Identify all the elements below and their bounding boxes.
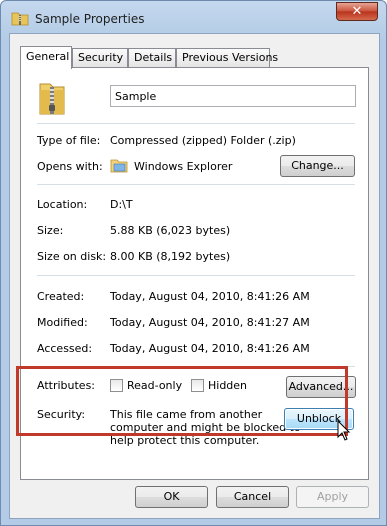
- dialog-client-area: General Security Details Previous Versio…: [9, 33, 380, 519]
- tab-details[interactable]: Details: [128, 48, 176, 68]
- accessed-label: Accessed:: [37, 342, 93, 355]
- title-bar[interactable]: Sample Properties ✕: [1, 1, 386, 35]
- general-tab-panel: Type of file: Compressed (zipped) Folder…: [20, 67, 369, 480]
- zip-folder-large-icon: [39, 83, 65, 115]
- hidden-checkbox[interactable]: [191, 379, 204, 392]
- security-message-line: computer and might be blocked to: [110, 421, 301, 434]
- read-only-label[interactable]: Read-only: [127, 379, 182, 392]
- ok-button[interactable]: OK: [135, 486, 208, 508]
- windows-explorer-icon: [110, 159, 128, 173]
- separator: [37, 184, 355, 185]
- tab-security[interactable]: Security: [72, 48, 128, 68]
- security-label: Security:: [37, 408, 86, 421]
- opens-with-value: Windows Explorer: [134, 160, 233, 173]
- separator: [37, 123, 355, 124]
- cancel-button[interactable]: Cancel: [216, 486, 289, 508]
- advanced-button[interactable]: Advanced...: [286, 376, 356, 398]
- created-value: Today, August 04, 2010, 8:41:26 AM: [110, 290, 310, 303]
- change-button[interactable]: Change...: [280, 155, 355, 177]
- size-value: 5.88 KB (6,023 bytes): [110, 224, 231, 237]
- close-icon: ✕: [351, 4, 363, 19]
- read-only-checkbox[interactable]: [110, 379, 123, 392]
- location-value: D:\T: [110, 198, 133, 211]
- modified-value: Today, August 04, 2010, 8:41:27 AM: [110, 316, 310, 329]
- attributes-label: Attributes:: [37, 379, 96, 392]
- opens-with-label: Opens with:: [37, 160, 103, 173]
- security-message-line: help protect this computer.: [110, 434, 260, 447]
- tab-previous-versions[interactable]: Previous Versions: [176, 48, 278, 68]
- window-title: Sample Properties: [35, 12, 145, 26]
- type-of-file-value: Compressed (zipped) Folder (.zip): [110, 134, 296, 147]
- hidden-label[interactable]: Hidden: [208, 379, 247, 392]
- close-button[interactable]: ✕: [336, 2, 378, 21]
- size-on-disk-label: Size on disk:: [37, 250, 107, 263]
- tab-general[interactable]: General: [20, 46, 72, 69]
- accessed-value: Today, August 04, 2010, 8:41:26 AM: [110, 342, 310, 355]
- properties-window: Sample Properties ✕ General Security Det…: [0, 0, 387, 526]
- type-of-file-label: Type of file:: [37, 134, 101, 147]
- location-label: Location:: [37, 198, 88, 211]
- apply-button[interactable]: Apply: [296, 486, 369, 508]
- separator: [37, 366, 355, 367]
- separator: [37, 275, 355, 276]
- zip-folder-icon: [11, 12, 29, 26]
- file-name-input[interactable]: [110, 85, 356, 107]
- security-message-line: This file came from another: [110, 408, 263, 421]
- created-label: Created:: [37, 290, 85, 303]
- size-label: Size:: [37, 224, 64, 237]
- security-message: This file came from another computer and…: [110, 408, 301, 447]
- size-on-disk-value: 8.00 KB (8,192 bytes): [110, 250, 231, 263]
- modified-label: Modified:: [37, 316, 88, 329]
- mouse-pointer-icon: [337, 420, 351, 441]
